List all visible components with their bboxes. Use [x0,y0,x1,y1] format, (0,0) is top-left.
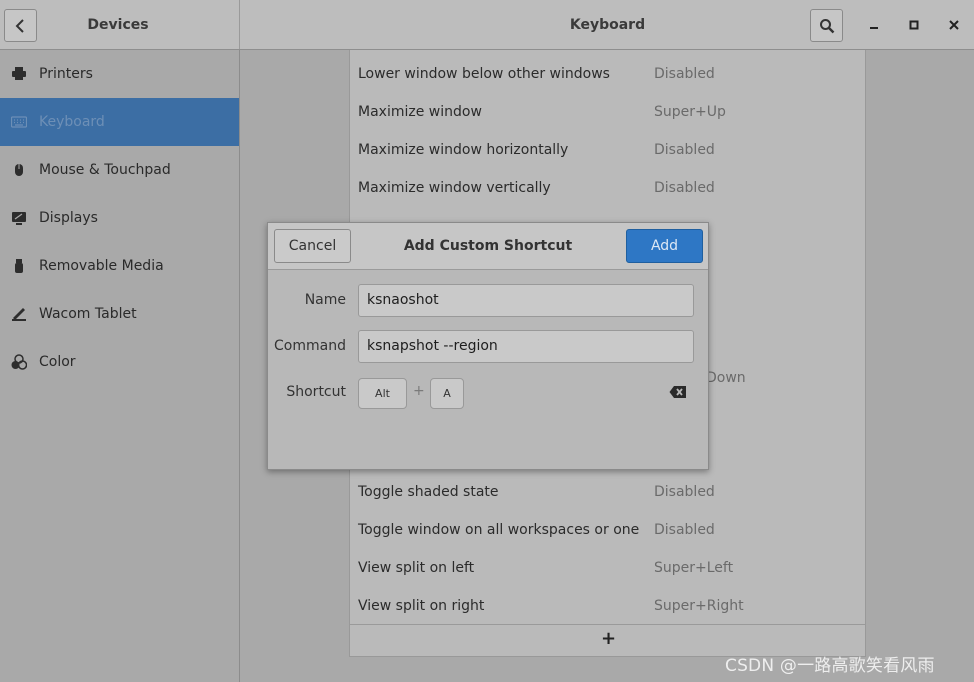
shortcut-key-a: A [430,378,464,409]
color-icon [11,354,27,370]
tablet-icon [12,308,26,321]
printer-icon [12,67,26,80]
search-icon [819,18,834,33]
sidebar-item-label: Wacom Tablet [39,306,137,322]
name-field[interactable]: ksnaoshot [358,284,694,317]
sidebar-item-wacom-tablet[interactable]: Wacom Tablet [0,290,239,338]
sidebar-item-displays[interactable]: Displays [0,194,239,242]
shortcut-name: Toggle window on all workspaces or one [358,522,640,538]
display-icon [12,212,26,225]
shortcut-accel: Down [706,370,746,386]
shortcut-accel: Super+Right [654,598,744,614]
chevron-left-icon [15,18,24,33]
shortcut-name: Maximize window vertically [358,180,551,196]
shortcut-row[interactable]: Toggle window on all workspaces or one D… [350,510,865,548]
command-label: Command [274,338,346,354]
command-field[interactable]: ksnapshot --region [358,330,694,363]
watermark: CSDN @一路高歌笑看风雨 [725,656,935,676]
keyboard-icon [11,116,27,128]
name-label: Name [304,292,346,308]
mouse-icon [15,164,23,176]
maximize-icon [909,20,919,30]
shortcut-row[interactable]: Lower window below other windows Disable… [350,54,865,92]
sidebar-item-printers[interactable]: Printers [0,50,239,98]
shortcut-row[interactable]: Maximize window horizontally Disabled [350,130,865,168]
shortcut-accel: Disabled [654,522,715,538]
usb-icon [15,259,23,273]
sidebar-item-color[interactable]: Color [0,338,239,386]
shortcut-row[interactable]: View split on right Super+Right [350,586,865,624]
cancel-button[interactable]: Cancel [274,229,351,263]
shortcut-name: Maximize window horizontally [358,142,569,158]
sidebar-item-label: Mouse & Touchpad [39,162,171,178]
shortcut-name: Lower window below other windows [358,66,610,82]
sidebar-item-label: Color [39,354,76,370]
shortcut-plus: + [413,383,425,399]
shortcut-accel: Disabled [654,180,715,196]
dialog-title: Add Custom Shortcut [403,238,573,254]
maximize-button[interactable] [902,13,926,37]
dialog-header: Cancel Add Custom Shortcut Add [268,223,708,270]
search-button[interactable] [810,9,843,42]
minimize-button[interactable] [862,13,886,37]
sidebar-item-label: Printers [39,66,93,82]
add-button[interactable]: Add [626,229,703,263]
shortcut-name: Toggle shaded state [358,484,499,500]
sidebar-item-keyboard[interactable]: Keyboard [0,98,239,146]
shortcut-name: View split on left [358,560,475,576]
sidebar-item-mouse-touchpad[interactable]: Mouse & Touchpad [0,146,239,194]
shortcut-row[interactable]: Toggle shaded state Disabled [350,472,865,510]
back-button[interactable] [4,9,37,42]
add-custom-shortcut-dialog: Cancel Add Custom Shortcut Add Name ksna… [267,222,709,470]
shortcut-accel: Super+Left [654,560,734,576]
shortcut-row[interactable]: View split on left Super+Left [350,548,865,586]
shortcut-key-alt: Alt [358,378,407,409]
shortcut-name: Maximize window [358,104,482,120]
add-shortcut-label: + [601,628,617,649]
minimize-icon [870,27,878,29]
shortcut-accel: Disabled [654,66,715,82]
shortcut-row[interactable]: Maximize window vertically Disabled [350,168,865,206]
close-icon [949,20,959,30]
backspace-icon[interactable] [669,385,687,399]
shortcut-accel: Super+Up [654,104,726,120]
sidebar-item-label: Displays [39,210,98,226]
sidebar-title: Devices [87,17,149,33]
close-button[interactable] [942,13,966,37]
shortcut-name: View split on right [358,598,485,614]
sidebar-item-label: Removable Media [39,258,164,274]
shortcut-accel: Disabled [654,484,715,500]
shortcut-row[interactable]: Maximize window Super+Up [350,92,865,130]
shortcut-accel: Disabled [654,142,715,158]
sidebar: Printers Keyboard Mouse & Touchpad Displ… [0,50,240,682]
sidebar-item-label: Keyboard [39,114,105,130]
sidebar-item-removable-media[interactable]: Removable Media [0,242,239,290]
shortcut-label: Shortcut [286,384,346,400]
header-bar: Devices Keyboard [0,0,974,50]
